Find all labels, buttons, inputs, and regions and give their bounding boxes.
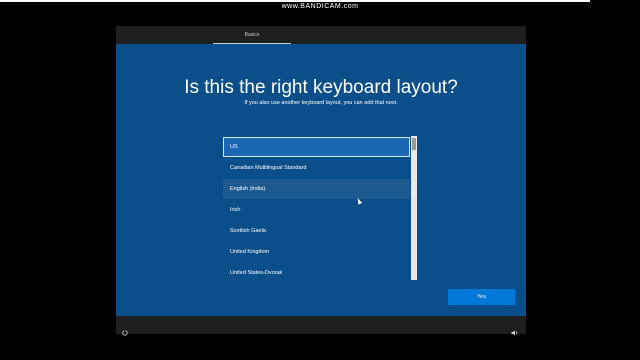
recorder-watermark: www.BANDICAM.com (281, 3, 359, 10)
yes-button[interactable]: Yes (448, 289, 515, 305)
setup-footer (116, 316, 526, 336)
list-item-canadian-multilingual[interactable]: Canadian Multilingual Standard (223, 158, 410, 178)
screen: www.BANDICAM.com Basics Is this the righ… (0, 0, 640, 360)
recording-bar (0, 0, 590, 2)
list-item-irish[interactable]: Irish (223, 200, 410, 220)
tab-basics[interactable]: Basics (213, 26, 291, 44)
list-item-scottish-gaelic[interactable]: Scottish Gaelic (223, 221, 410, 241)
list-scrollbar[interactable] (411, 136, 417, 280)
list-item-us[interactable]: US (223, 137, 410, 157)
list-item-united-kingdom[interactable]: United Kingdom (223, 242, 410, 262)
tab-basics-label: Basics (244, 32, 260, 38)
setup-header: Basics (116, 26, 526, 44)
page-title: Is this the right keyboard layout? (184, 77, 458, 98)
keyboard-layout-list[interactable]: US Canadian Multilingual Standard Englis… (223, 136, 417, 280)
page-subtitle: If you also use another keyboard layout,… (244, 100, 398, 106)
list-item-english-india[interactable]: English (India) (223, 179, 410, 199)
setup-window: Basics Is this the right keyboard layout… (116, 26, 526, 336)
ease-of-access-icon[interactable] (122, 321, 128, 336)
list-item-united-states-dvorak[interactable]: United States-Dvorak (223, 263, 410, 280)
scrollbar-thumb[interactable] (412, 138, 416, 150)
setup-content: Is this the right keyboard layout? If yo… (116, 44, 526, 316)
volume-icon[interactable] (511, 321, 519, 336)
